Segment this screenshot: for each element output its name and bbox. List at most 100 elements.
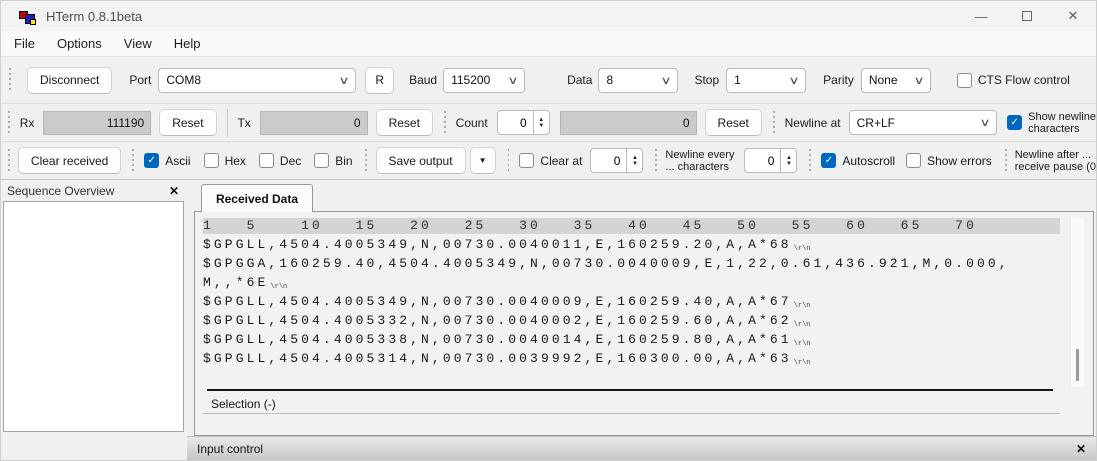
toolbar-grip[interactable] xyxy=(132,149,134,173)
terminal-line: $GPGGA,160259.40,4504.4005349,N,00730.00… xyxy=(203,254,1060,273)
newline-every-label: Newline every ... characters xyxy=(665,149,734,173)
toolbar-grip[interactable] xyxy=(365,149,367,173)
toolbar-grip[interactable] xyxy=(8,68,11,92)
received-data-area: Received Data 1 5 10 15 20 25 30 35 40 4… xyxy=(187,180,1096,436)
close-icon: ✕ xyxy=(1068,8,1079,24)
dec-label: Dec xyxy=(280,154,301,168)
ascii-label: Ascii xyxy=(165,154,190,168)
show-newline-label: Show newline characters xyxy=(1028,111,1096,135)
toolbar-grip[interactable] xyxy=(508,149,510,173)
toolbar-grip[interactable] xyxy=(8,149,10,173)
count-display: 0 xyxy=(560,111,697,135)
toolbar-grip[interactable] xyxy=(8,111,11,135)
terminal-line: $GPGLL,4504.4005349,N,00730.0040011,E,16… xyxy=(203,235,1060,254)
window-title: HTerm 0.8.1beta xyxy=(46,9,142,24)
ascii-checkbox[interactable]: ✓ xyxy=(144,153,159,168)
sequence-overview-body[interactable] xyxy=(3,201,184,432)
show-errors-checkbox[interactable] xyxy=(906,153,921,168)
menu-options[interactable]: Options xyxy=(46,31,113,56)
newline-chars: \r\n xyxy=(794,340,811,348)
spin-down-icon[interactable]: ▼ xyxy=(786,161,792,167)
check-icon: ✓ xyxy=(825,155,833,166)
baud-select[interactable]: 115200 ∨ xyxy=(443,68,525,93)
menu-help[interactable]: Help xyxy=(163,31,212,56)
newline-every-stepper[interactable]: 0 ▲▼ xyxy=(744,148,797,173)
toolbar-grip[interactable] xyxy=(444,111,447,135)
app-window: HTerm 0.8.1beta — ✕ File Options View He… xyxy=(0,0,1097,461)
panel-close-icon[interactable]: ✕ xyxy=(169,184,179,198)
terminal-line: $GPGLL,4504.4005314,N,00730.0039992,E,16… xyxy=(203,349,1060,368)
newline-at-select[interactable]: CR+LF ∨ xyxy=(849,110,997,135)
input-control-bar: Input control ✕ xyxy=(187,436,1096,460)
dec-checkbox[interactable] xyxy=(259,153,274,168)
spin-down-icon[interactable]: ▼ xyxy=(632,161,638,167)
menu-file[interactable]: File xyxy=(3,31,46,56)
selection-splitter[interactable] xyxy=(207,389,1053,391)
tab-received-data[interactable]: Received Data xyxy=(201,184,313,212)
tx-count-display: 0 xyxy=(260,111,368,135)
terminal-line: $GPGLL,4504.4005338,N,00730.0040014,E,16… xyxy=(203,330,1060,349)
terminal-line: M,,*6E\r\n xyxy=(203,273,1060,292)
clear-at-checkbox[interactable] xyxy=(519,153,534,168)
maximize-button[interactable] xyxy=(1004,1,1050,31)
data-bits-select[interactable]: 8 ∨ xyxy=(598,68,678,93)
clear-received-button[interactable]: Clear received xyxy=(18,147,121,174)
baud-label: Baud xyxy=(409,73,437,87)
maximize-icon xyxy=(1022,11,1032,21)
terminal-line: $GPGLL,4504.4005349,N,00730.0040009,E,16… xyxy=(203,292,1060,311)
toolbar-grip[interactable] xyxy=(809,149,811,173)
newline-chars: \r\n xyxy=(794,302,811,310)
disconnect-button[interactable]: Disconnect xyxy=(27,67,112,94)
save-output-button[interactable]: Save output xyxy=(376,147,466,174)
rx-reset-button[interactable]: Reset xyxy=(159,109,216,136)
vertical-scrollbar[interactable] xyxy=(1070,218,1084,387)
newline-chars: \r\n xyxy=(794,321,811,329)
chevron-down-icon: ∨ xyxy=(913,74,924,87)
stop-bits-select[interactable]: 1 ∨ xyxy=(726,68,806,93)
stop-bits-label: Stop xyxy=(694,73,719,87)
tx-label: Tx xyxy=(237,116,250,130)
main-area: Sequence Overview ✕ Received Data 1 5 10… xyxy=(1,180,1096,436)
hex-checkbox[interactable] xyxy=(204,153,219,168)
rx-label: Rx xyxy=(20,116,35,130)
show-errors-label: Show errors xyxy=(927,154,992,168)
minimize-button[interactable]: — xyxy=(958,1,1004,31)
cts-flow-control-label: CTS Flow control xyxy=(978,73,1070,87)
receive-options-toolbar: Clear received ✓ Ascii Hex Dec Bin Save … xyxy=(1,142,1096,180)
newline-chars: \r\n xyxy=(794,245,811,253)
chevron-down-icon: ∨ xyxy=(788,74,799,87)
selection-status: Selection (-) xyxy=(211,397,276,411)
autoscroll-label: Autoscroll xyxy=(842,154,895,168)
bin-checkbox[interactable] xyxy=(314,153,329,168)
cts-flow-control-checkbox[interactable] xyxy=(957,73,972,88)
menu-view[interactable]: View xyxy=(113,31,163,56)
port-select[interactable]: COM8 ∨ xyxy=(158,68,356,93)
clear-at-stepper[interactable]: 0 ▲▼ xyxy=(590,148,643,173)
toolbar-grip[interactable] xyxy=(1005,149,1007,173)
dropdown-arrow-icon: ▼ xyxy=(479,156,487,165)
toolbar-grip[interactable] xyxy=(655,149,657,173)
rx-count-display: 111190 xyxy=(43,111,151,135)
close-button[interactable]: ✕ xyxy=(1050,1,1096,31)
show-newline-checkbox[interactable]: ✓ xyxy=(1007,115,1022,130)
sequence-overview-panel: Sequence Overview ✕ xyxy=(1,180,187,432)
input-control-close-icon[interactable]: ✕ xyxy=(1076,442,1086,456)
spin-down-icon[interactable]: ▼ xyxy=(538,123,544,129)
tx-reset-button[interactable]: Reset xyxy=(376,109,433,136)
toolbar-grip[interactable] xyxy=(773,111,776,135)
chevron-down-icon: ∨ xyxy=(661,74,672,87)
title-bar: HTerm 0.8.1beta — ✕ xyxy=(1,1,1096,31)
input-control-title: Input control xyxy=(197,442,263,456)
save-output-dropdown-button[interactable]: ▼ xyxy=(470,147,496,174)
parity-select[interactable]: None ∨ xyxy=(861,68,931,93)
count-label: Count xyxy=(456,116,488,130)
newline-chars: \r\n xyxy=(794,359,811,367)
count-reset-button[interactable]: Reset xyxy=(705,109,762,136)
chevron-down-icon: ∨ xyxy=(507,74,518,87)
terminal-line: $GPGLL,4504.4005332,N,00730.0040002,E,16… xyxy=(203,311,1060,330)
autoscroll-checkbox[interactable]: ✓ xyxy=(821,153,836,168)
rescan-ports-button[interactable]: R xyxy=(365,67,394,94)
terminal-text-area[interactable]: $GPGLL,4504.4005349,N,00730.0040011,E,16… xyxy=(203,235,1060,385)
scrollbar-thumb[interactable] xyxy=(1076,349,1079,381)
count-stepper[interactable]: 0 ▲▼ xyxy=(497,110,550,135)
